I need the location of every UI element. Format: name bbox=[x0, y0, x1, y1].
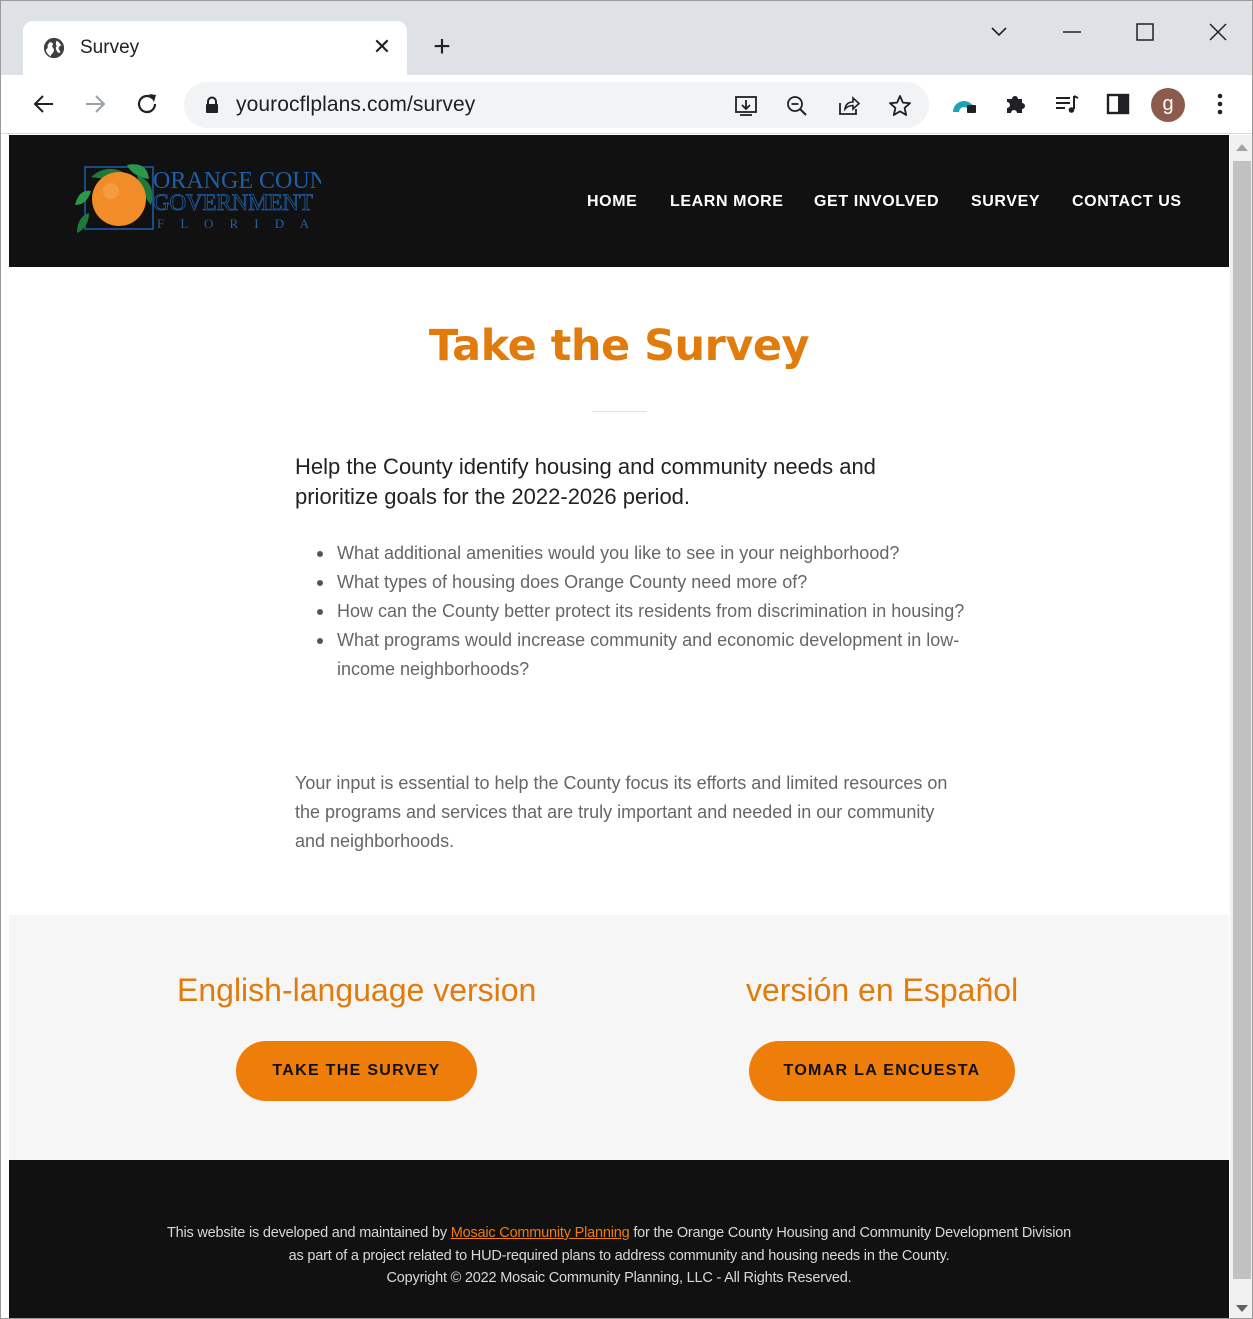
logo-line3: F L O R I D A bbox=[157, 216, 310, 231]
reload-icon bbox=[137, 94, 157, 114]
minimize-icon[interactable] bbox=[1057, 17, 1087, 47]
globe-icon bbox=[43, 37, 65, 59]
browser-window: Survey ✕ + yourocflplans.com/survey g OR… bbox=[0, 0, 1253, 1319]
side-panel-icon[interactable] bbox=[1104, 90, 1132, 118]
scroll-up-arrow-icon[interactable] bbox=[1236, 144, 1248, 151]
puzzle-icon[interactable] bbox=[1002, 90, 1030, 118]
site-header: ORANGE COUNTY GOVERNMENT F L O R I D A H… bbox=[9, 135, 1229, 267]
list-item: What types of housing does Orange County… bbox=[295, 568, 975, 597]
mosaic-link[interactable]: Mosaic Community Planning bbox=[451, 1225, 630, 1241]
intro-lead: Help the County identify housing and com… bbox=[295, 454, 876, 509]
take-survey-button[interactable]: TAKE THE SURVEY bbox=[236, 1041, 477, 1101]
extension-icon[interactable] bbox=[950, 90, 978, 118]
language-section: English-language version versión en Espa… bbox=[9, 915, 1229, 1160]
close-window-icon[interactable] bbox=[1203, 17, 1233, 47]
spanish-heading: versión en Español bbox=[746, 972, 1019, 1008]
lock-icon[interactable] bbox=[204, 96, 220, 114]
avatar[interactable]: g bbox=[1151, 88, 1185, 122]
chevron-down-icon[interactable] bbox=[984, 17, 1014, 47]
input-paragraph: Your input is essential to help the Coun… bbox=[295, 773, 948, 851]
browser-tab[interactable]: Survey ✕ bbox=[23, 21, 407, 75]
close-icon[interactable]: ✕ bbox=[369, 34, 395, 60]
address-bar[interactable]: yourocflplans.com/survey bbox=[184, 82, 929, 128]
star-icon[interactable] bbox=[887, 93, 913, 119]
arrow-left-icon bbox=[33, 95, 53, 113]
nav-item-home[interactable]: HOME bbox=[587, 193, 637, 211]
tab-title: Survey bbox=[80, 37, 140, 58]
share-icon[interactable] bbox=[836, 93, 862, 119]
scrollbar-thumb[interactable] bbox=[1233, 161, 1251, 1279]
plus-icon[interactable]: + bbox=[425, 31, 459, 65]
nav-item-learn-more[interactable]: LEARN MORE bbox=[670, 193, 784, 211]
logo-line2: GOVERNMENT bbox=[153, 190, 313, 215]
install-app-icon[interactable] bbox=[733, 93, 759, 119]
question-list: What additional amenities would you like… bbox=[295, 539, 975, 684]
kebab-menu-icon[interactable] bbox=[1206, 90, 1234, 118]
site-footer: This website is developed and maintained… bbox=[9, 1160, 1229, 1318]
nav-item-get-involved[interactable]: GET INVOLVED bbox=[814, 193, 939, 211]
page-viewport: ORANGE COUNTY GOVERNMENT F L O R I D A H… bbox=[9, 135, 1229, 1318]
zoom-out-icon[interactable] bbox=[784, 93, 810, 119]
maximize-icon[interactable] bbox=[1130, 17, 1160, 47]
list-item: What additional amenities would you like… bbox=[295, 539, 975, 568]
footer-line-1: This website is developed and maintained… bbox=[166, 1225, 1072, 1241]
list-item: What programs would increase community a… bbox=[295, 626, 975, 684]
arrow-right-icon bbox=[86, 95, 106, 113]
media-queue-icon[interactable] bbox=[1053, 90, 1081, 118]
browser-toolbar: yourocflplans.com/survey g bbox=[1, 75, 1252, 134]
list-item: How can the County better protect its re… bbox=[295, 597, 975, 626]
back-button[interactable] bbox=[27, 87, 61, 121]
footer-copyright: Copyright © 2022 Mosaic Community Planni… bbox=[386, 1270, 852, 1286]
url-text[interactable]: yourocflplans.com/survey bbox=[236, 93, 475, 117]
nav-item-contact-us[interactable]: CONTACT US bbox=[1072, 193, 1182, 211]
site-logo[interactable]: ORANGE COUNTY GOVERNMENT F L O R I D A bbox=[71, 161, 359, 241]
forward-button[interactable] bbox=[78, 87, 112, 121]
title-divider bbox=[592, 411, 647, 412]
nav-item-survey[interactable]: SURVEY bbox=[971, 193, 1040, 211]
title-bar: Survey ✕ + bbox=[1, 1, 1252, 75]
english-heading: English-language version bbox=[177, 972, 537, 1008]
tomar-encuesta-button[interactable]: TOMAR LA ENCUESTA bbox=[749, 1041, 1015, 1101]
footer-line-2: as part of a project related to HUD-requ… bbox=[288, 1247, 950, 1264]
scroll-down-arrow-icon[interactable] bbox=[1236, 1305, 1248, 1312]
reload-button[interactable] bbox=[130, 87, 164, 121]
footer-text: This website is developed and maintained… bbox=[9, 1222, 1229, 1290]
orange-county-logo: ORANGE COUNTY GOVERNMENT F L O R I D A bbox=[75, 164, 359, 233]
page-title: Take the Survey bbox=[428, 321, 810, 371]
